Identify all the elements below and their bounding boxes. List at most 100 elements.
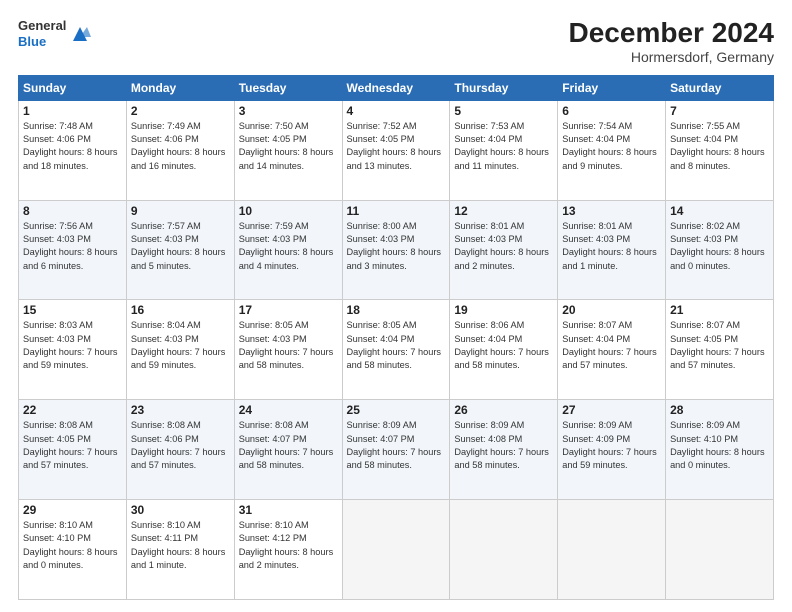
day-number: 19 [454,303,553,317]
day-number: 27 [562,403,661,417]
day-number: 2 [131,104,230,118]
day-info: Sunrise: 8:01 AMSunset: 4:03 PMDaylight … [454,220,553,273]
day-number: 16 [131,303,230,317]
day-number: 14 [670,204,769,218]
calendar-cell: 16 Sunrise: 8:04 AMSunset: 4:03 PMDayligh… [126,300,234,400]
day-number: 29 [23,503,122,517]
day-info: Sunrise: 8:05 AMSunset: 4:03 PMDaylight … [239,319,338,372]
day-number: 24 [239,403,338,417]
day-info: Sunrise: 7:56 AMSunset: 4:03 PMDaylight … [23,220,122,273]
calendar-cell: 11 Sunrise: 8:00 AMSunset: 4:03 PMDayligh… [342,200,450,300]
col-saturday: Saturday [666,75,774,100]
col-tuesday: Tuesday [234,75,342,100]
calendar-cell: 24 Sunrise: 8:08 AMSunset: 4:07 PMDayligh… [234,400,342,500]
day-number: 15 [23,303,122,317]
col-monday: Monday [126,75,234,100]
logo-general: General [18,18,66,33]
day-info: Sunrise: 8:08 AMSunset: 4:06 PMDaylight … [131,419,230,472]
calendar-cell: 29Sunrise: 8:10 AMSunset: 4:10 PMDayligh… [19,500,127,600]
month-title: December 2024 [569,18,774,49]
calendar-cell: 19 Sunrise: 8:06 AMSunset: 4:04 PMDayligh… [450,300,558,400]
day-number: 20 [562,303,661,317]
calendar-cell: 25 Sunrise: 8:09 AMSunset: 4:07 PMDayligh… [342,400,450,500]
calendar-cell: 26 Sunrise: 8:09 AMSunset: 4:08 PMDayligh… [450,400,558,500]
day-info: Sunrise: 7:50 AMSunset: 4:05 PMDaylight … [239,120,338,173]
logo-icon [69,23,91,45]
day-info: Sunrise: 7:59 AMSunset: 4:03 PMDaylight … [239,220,338,273]
col-friday: Friday [558,75,666,100]
calendar-cell: 18 Sunrise: 8:05 AMSunset: 4:04 PMDayligh… [342,300,450,400]
day-info: Sunrise: 7:54 AMSunset: 4:04 PMDaylight … [562,120,661,173]
calendar-cell: 7 Sunrise: 7:55 AMSunset: 4:04 PMDaylight… [666,100,774,200]
day-info: Sunrise: 8:08 AMSunset: 4:05 PMDaylight … [23,419,122,472]
day-number: 22 [23,403,122,417]
day-info: Sunrise: 8:09 AMSunset: 4:08 PMDaylight … [454,419,553,472]
day-number: 26 [454,403,553,417]
day-number: 3 [239,104,338,118]
col-wednesday: Wednesday [342,75,450,100]
day-info: Sunrise: 7:49 AMSunset: 4:06 PMDaylight … [131,120,230,173]
day-info: Sunrise: 7:52 AMSunset: 4:05 PMDaylight … [347,120,446,173]
day-info: Sunrise: 8:09 AMSunset: 4:07 PMDaylight … [347,419,446,472]
calendar-week-row: 22 Sunrise: 8:08 AMSunset: 4:05 PMDayligh… [19,400,774,500]
calendar-cell: 21 Sunrise: 8:07 AMSunset: 4:05 PMDayligh… [666,300,774,400]
day-info: Sunrise: 8:10 AMSunset: 4:11 PMDaylight … [131,519,230,572]
calendar-cell: 28 Sunrise: 8:09 AMSunset: 4:10 PMDayligh… [666,400,774,500]
day-info: Sunrise: 8:01 AMSunset: 4:03 PMDaylight … [562,220,661,273]
day-number: 11 [347,204,446,218]
calendar-cell: 2 Sunrise: 7:49 AMSunset: 4:06 PMDaylight… [126,100,234,200]
day-number: 7 [670,104,769,118]
day-number: 30 [131,503,230,517]
calendar-table: Sunday Monday Tuesday Wednesday Thursday… [18,75,774,600]
day-number: 28 [670,403,769,417]
calendar-cell: 6 Sunrise: 7:54 AMSunset: 4:04 PMDaylight… [558,100,666,200]
day-info: Sunrise: 8:07 AMSunset: 4:05 PMDaylight … [670,319,769,372]
day-info: Sunrise: 7:53 AMSunset: 4:04 PMDaylight … [454,120,553,173]
day-info: Sunrise: 8:08 AMSunset: 4:07 PMDaylight … [239,419,338,472]
day-number: 17 [239,303,338,317]
day-number: 1 [23,104,122,118]
page: General Blue December 2024 Hormersdorf, … [0,0,792,612]
day-info: Sunrise: 8:04 AMSunset: 4:03 PMDaylight … [131,319,230,372]
day-number: 25 [347,403,446,417]
calendar-cell: 5Sunrise: 7:53 AMSunset: 4:04 PMDaylight… [450,100,558,200]
calendar-week-row: 29Sunrise: 8:10 AMSunset: 4:10 PMDayligh… [19,500,774,600]
day-info: Sunrise: 8:10 AMSunset: 4:12 PMDaylight … [239,519,338,572]
col-sunday: Sunday [19,75,127,100]
day-info: Sunrise: 8:05 AMSunset: 4:04 PMDaylight … [347,319,446,372]
logo-text: General Blue [18,18,66,49]
title-block: December 2024 Hormersdorf, Germany [569,18,774,65]
logo-blue: Blue [18,34,46,49]
calendar-cell [450,500,558,600]
day-info: Sunrise: 8:07 AMSunset: 4:04 PMDaylight … [562,319,661,372]
calendar-cell: 3 Sunrise: 7:50 AMSunset: 4:05 PMDaylight… [234,100,342,200]
header: General Blue December 2024 Hormersdorf, … [18,18,774,65]
calendar-cell: 30 Sunrise: 8:10 AMSunset: 4:11 PMDayligh… [126,500,234,600]
day-number: 8 [23,204,122,218]
day-number: 18 [347,303,446,317]
calendar-cell: 10Sunrise: 7:59 AMSunset: 4:03 PMDayligh… [234,200,342,300]
location: Hormersdorf, Germany [569,49,774,65]
day-info: Sunrise: 8:00 AMSunset: 4:03 PMDaylight … [347,220,446,273]
calendar-week-row: 1 Sunrise: 7:48 AMSunset: 4:06 PMDaylight… [19,100,774,200]
calendar-cell [666,500,774,600]
day-info: Sunrise: 7:55 AMSunset: 4:04 PMDaylight … [670,120,769,173]
day-info: Sunrise: 7:57 AMSunset: 4:03 PMDaylight … [131,220,230,273]
calendar-cell: 9 Sunrise: 7:57 AMSunset: 4:03 PMDaylight… [126,200,234,300]
calendar-cell: 14 Sunrise: 8:02 AMSunset: 4:03 PMDayligh… [666,200,774,300]
calendar-cell: 4Sunrise: 7:52 AMSunset: 4:05 PMDaylight… [342,100,450,200]
day-number: 6 [562,104,661,118]
day-number: 13 [562,204,661,218]
day-info: Sunrise: 8:02 AMSunset: 4:03 PMDaylight … [670,220,769,273]
day-info: Sunrise: 8:09 AMSunset: 4:10 PMDaylight … [670,419,769,472]
calendar-cell: 31 Sunrise: 8:10 AMSunset: 4:12 PMDayligh… [234,500,342,600]
day-info: Sunrise: 7:48 AMSunset: 4:06 PMDaylight … [23,120,122,173]
day-info: Sunrise: 8:03 AMSunset: 4:03 PMDaylight … [23,319,122,372]
col-thursday: Thursday [450,75,558,100]
day-number: 9 [131,204,230,218]
day-number: 31 [239,503,338,517]
day-info: Sunrise: 8:06 AMSunset: 4:04 PMDaylight … [454,319,553,372]
day-number: 21 [670,303,769,317]
day-info: Sunrise: 8:09 AMSunset: 4:09 PMDaylight … [562,419,661,472]
calendar-week-row: 8 Sunrise: 7:56 AMSunset: 4:03 PMDaylight… [19,200,774,300]
